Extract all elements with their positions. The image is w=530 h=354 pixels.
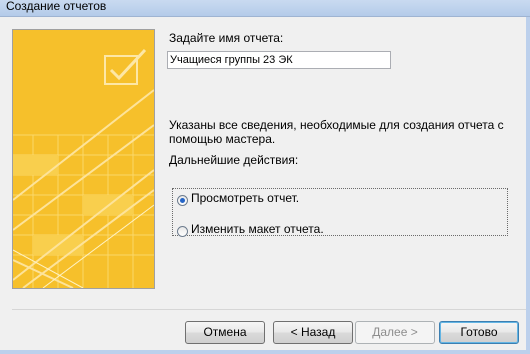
back-button[interactable]: < Назад	[273, 321, 353, 344]
title-bar[interactable]: Создание отчетов	[0, 0, 530, 17]
preview-report-radio[interactable]	[177, 195, 188, 206]
preview-report-label[interactable]: Просмотреть отчет.	[191, 191, 299, 205]
next-button[interactable]: Далее >	[355, 321, 435, 344]
finish-button[interactable]: Готово	[439, 321, 519, 344]
window-title: Создание отчетов	[6, 0, 107, 13]
info-text-line1: Указаны все сведения, необходимые для со…	[169, 118, 504, 132]
cancel-button[interactable]: Отмена	[185, 321, 265, 344]
report-wizard-dialog: Задайте имя отчета: Указаны все сведения…	[0, 17, 526, 350]
report-checklist-icon	[13, 30, 154, 288]
info-text-line2: помощью мастера.	[169, 132, 276, 146]
button-separator	[12, 309, 526, 310]
wizard-illustration	[12, 29, 155, 289]
next-actions-label: Дальнейшие действия:	[169, 153, 299, 167]
report-name-label: Задайте имя отчета:	[169, 31, 284, 45]
dialog-frame: Задайте имя отчета: Указаны все сведения…	[0, 17, 530, 354]
modify-layout-label[interactable]: Изменить макет отчета.	[191, 222, 324, 236]
report-name-input[interactable]	[167, 51, 391, 69]
modify-layout-radio[interactable]	[177, 226, 188, 237]
